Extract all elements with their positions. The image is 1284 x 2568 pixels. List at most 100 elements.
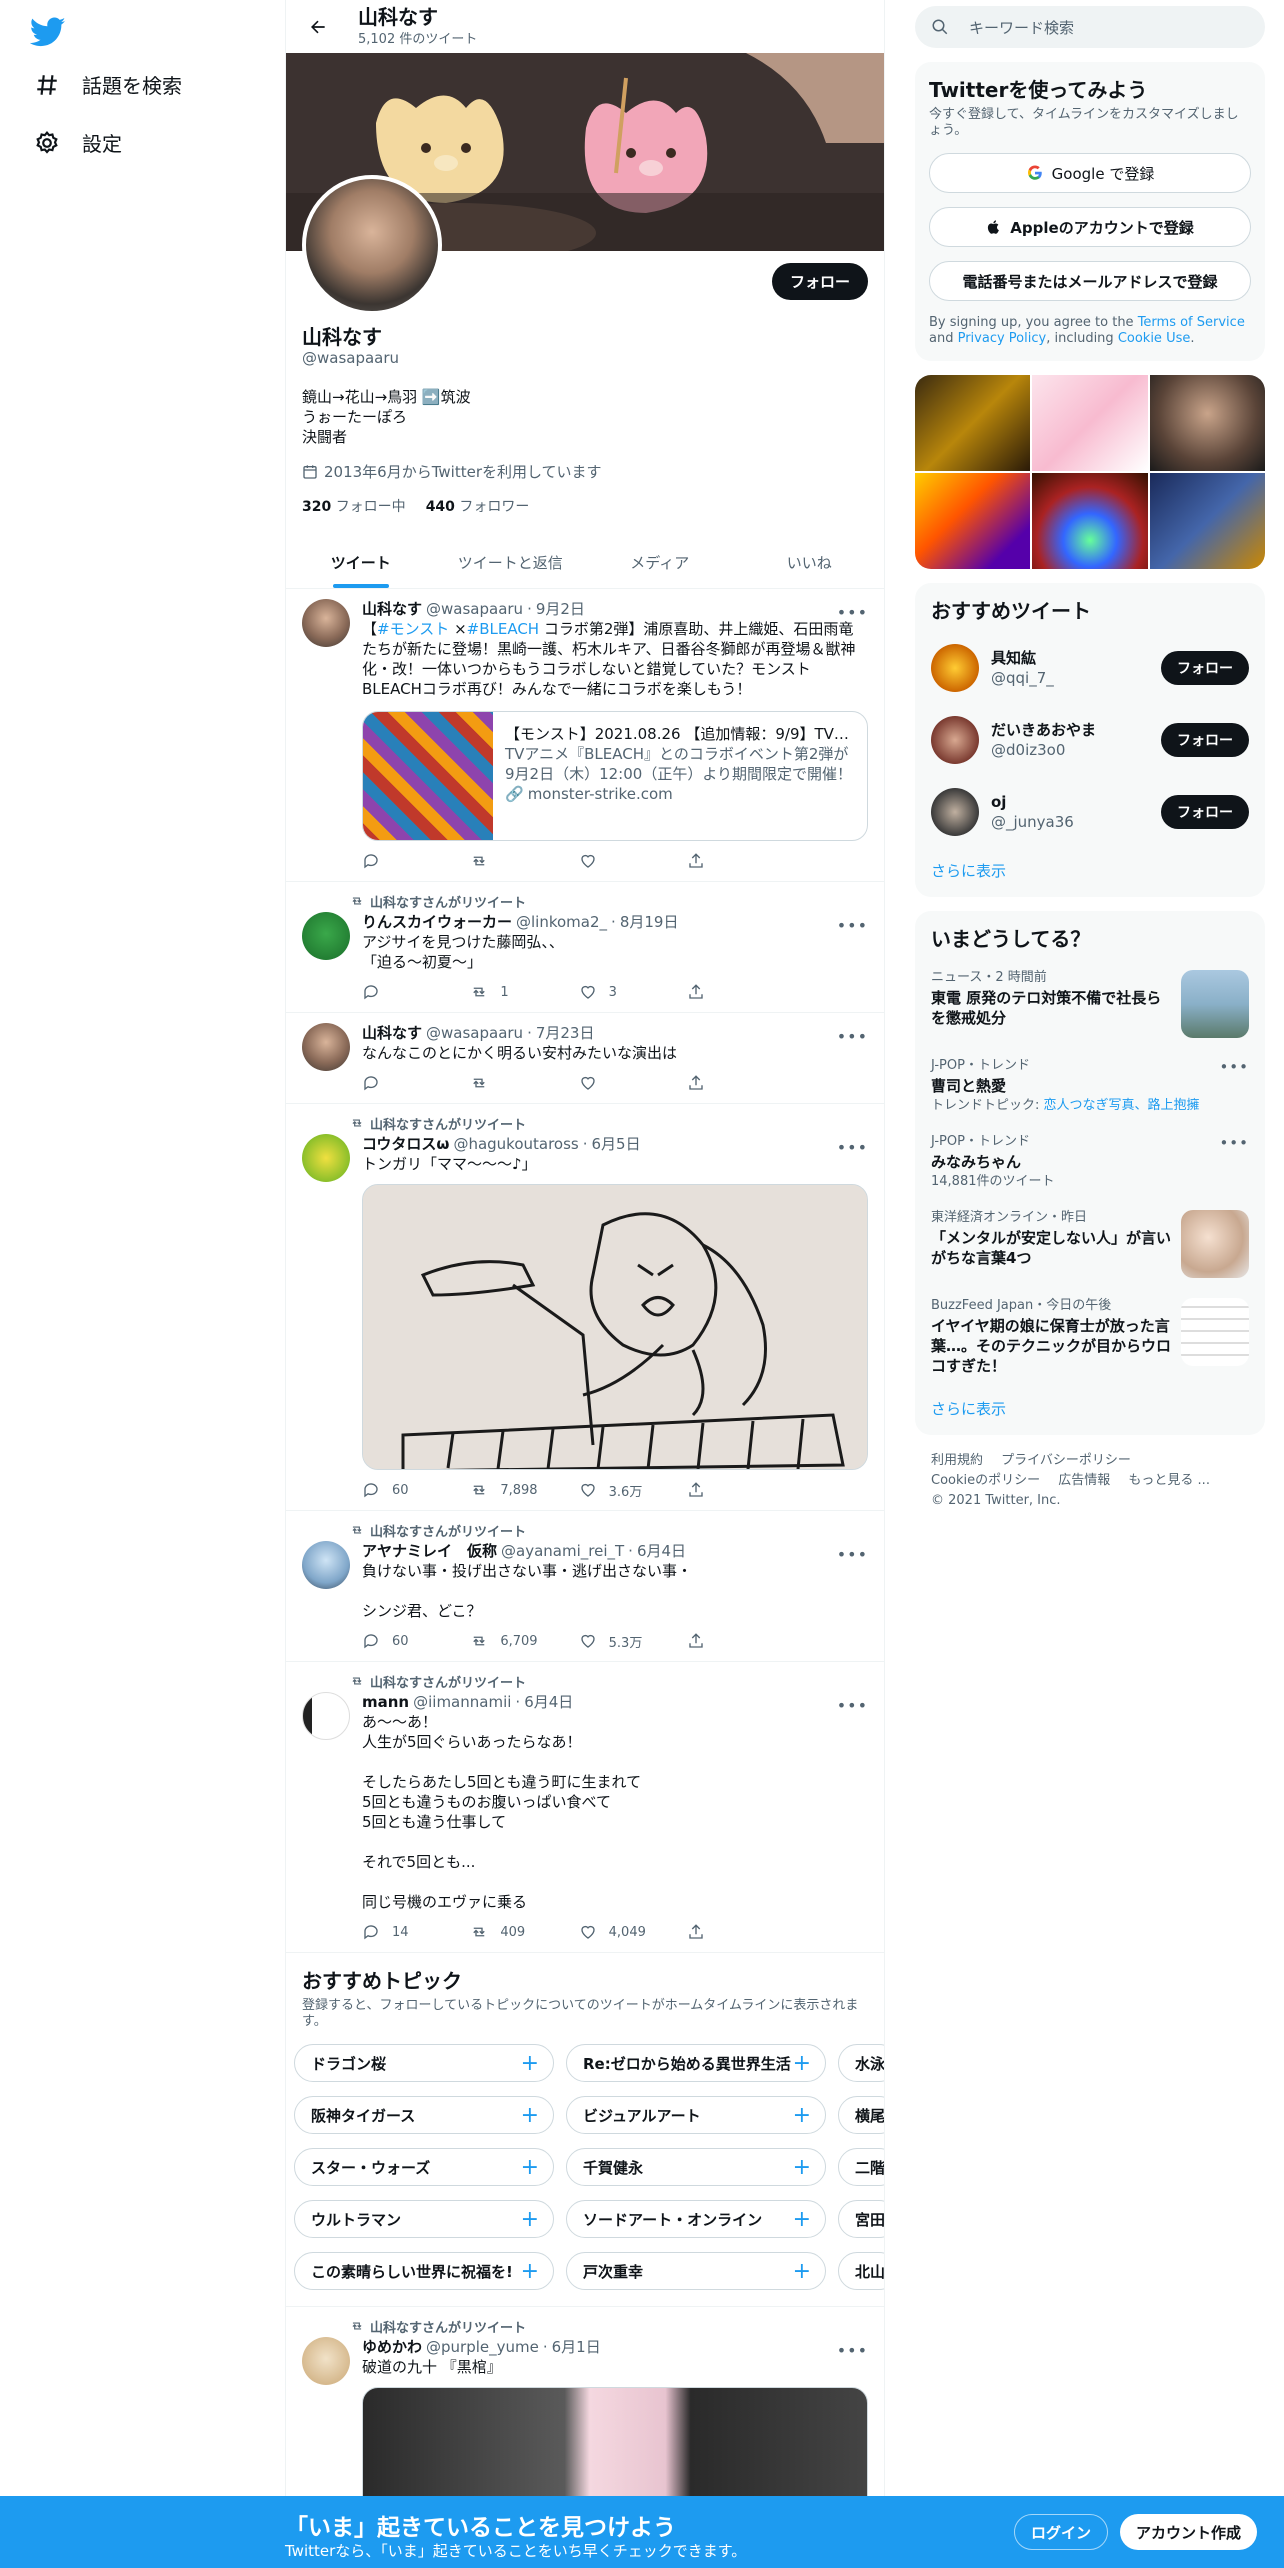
user-avatar[interactable] bbox=[931, 716, 979, 764]
show-more-link[interactable]: さらに表示 bbox=[915, 848, 1265, 897]
share-button[interactable] bbox=[687, 1631, 787, 1651]
tweet[interactable]: 山科なすさんがリツイート ••• アヤナミレイ 仮称 @ayanami_rei_T… bbox=[286, 1511, 884, 1662]
plus-icon[interactable]: + bbox=[793, 2155, 811, 2180]
tweet[interactable]: 山科なすさんがリツイート ••• りんスカイウォーカー @linkoma2_ · 8月… bbox=[286, 882, 884, 1013]
topic-pill[interactable]: 二階 bbox=[838, 2148, 884, 2186]
more-icon[interactable]: ••• bbox=[837, 1696, 868, 1715]
topic-pill[interactable]: この素晴らしい世界に祝福を! + bbox=[294, 2252, 554, 2290]
tweet-date[interactable]: 6月4日 bbox=[524, 1692, 573, 1712]
user-name[interactable]: だいきあおやま bbox=[991, 720, 1161, 740]
show-more-link[interactable]: さらに表示 bbox=[915, 1386, 1265, 1435]
terms-of-service-link[interactable]: Terms of Service bbox=[1138, 315, 1245, 330]
footer-link[interactable]: Cookieのポリシー bbox=[931, 1473, 1040, 1488]
phone-email-signup-button[interactable]: 電話番号またはメールアドレスで登録 bbox=[929, 261, 1251, 301]
media-thumbnail[interactable] bbox=[915, 375, 1031, 471]
apple-signup-button[interactable]: Appleのアカウントで登録 bbox=[929, 207, 1251, 247]
nav-explore[interactable]: 話題を検索 bbox=[34, 70, 182, 99]
trend-item[interactable]: BuzzFeed Japan・今日の午後 イヤイヤ期の娘に保育士が放った言葉…。… bbox=[915, 1288, 1265, 1386]
topic-pill[interactable]: 水泳 bbox=[838, 2044, 884, 2082]
user-avatar[interactable] bbox=[931, 644, 979, 692]
tweet-author-handle[interactable]: @wasapaaru bbox=[426, 599, 523, 619]
retweet-button[interactable]: 7,898 bbox=[470, 1480, 570, 1500]
more-icon[interactable]: ••• bbox=[1219, 1058, 1249, 1076]
google-signup-button[interactable]: Google で登録 bbox=[929, 153, 1251, 193]
tweet-author-handle[interactable]: @wasapaaru bbox=[426, 1023, 523, 1043]
media-thumbnail[interactable] bbox=[1032, 473, 1148, 569]
retweet-button[interactable]: 409 bbox=[470, 1922, 570, 1942]
follow-button[interactable]: フォロー bbox=[1161, 795, 1249, 829]
following-link[interactable]: 320 フォロー中 bbox=[302, 496, 406, 516]
plus-icon[interactable]: + bbox=[521, 2103, 539, 2128]
reply-button[interactable] bbox=[362, 982, 462, 1002]
tweet-date[interactable]: 6月4日 bbox=[637, 1541, 686, 1561]
tweet-author-name[interactable]: コウタロスω bbox=[362, 1134, 449, 1154]
follow-button[interactable]: フォロー bbox=[1161, 651, 1249, 685]
tweet-avatar[interactable] bbox=[302, 1692, 350, 1740]
like-button[interactable]: 3.6万 bbox=[579, 1480, 679, 1500]
trend-item[interactable]: 東洋経済オンライン・昨日 「メンタルが安定しない人」が言いがちな言葉4つ bbox=[915, 1200, 1265, 1288]
link-card[interactable]: 【モンスト】2021.08.26 【追加情報：9/9】TVアニメ「BLEACH」… bbox=[362, 711, 868, 841]
more-icon[interactable]: ••• bbox=[837, 1545, 868, 1564]
media-thumbnail[interactable] bbox=[1032, 375, 1148, 471]
twitter-logo-icon[interactable] bbox=[29, 14, 66, 50]
follow-button[interactable]: フォロー bbox=[1161, 723, 1249, 757]
back-arrow-icon[interactable] bbox=[300, 9, 336, 45]
reply-button[interactable]: 60 bbox=[362, 1480, 462, 1500]
reply-button[interactable]: 60 bbox=[362, 1631, 462, 1651]
tab-tweets-and-replies[interactable]: ツイートと返信 bbox=[436, 536, 586, 588]
recommended-user[interactable]: oj @_junya36 フォロー bbox=[915, 776, 1265, 848]
tab-media[interactable]: メディア bbox=[585, 536, 735, 588]
topic-pill[interactable]: 北山 bbox=[838, 2252, 884, 2290]
tweet-author-name[interactable]: ゆめかわ bbox=[362, 2337, 422, 2357]
like-button[interactable] bbox=[579, 1073, 679, 1093]
reply-button[interactable] bbox=[362, 851, 462, 871]
tweet[interactable]: ••• 山科なす @wasapaaru · 9月2日 【#モンスト ×#BLEACH … bbox=[286, 589, 884, 882]
tweet-avatar[interactable] bbox=[302, 2337, 350, 2385]
user-name[interactable]: 具知紘 bbox=[991, 648, 1161, 668]
like-button[interactable] bbox=[579, 851, 679, 871]
share-button[interactable] bbox=[687, 982, 787, 1002]
topic-pill[interactable]: 宮田 bbox=[838, 2200, 884, 2238]
hashtag-link[interactable]: #BLEACH bbox=[467, 620, 539, 638]
hashtag-link[interactable]: #モンスト bbox=[377, 620, 449, 638]
tab-tweets[interactable]: ツイート bbox=[286, 536, 436, 588]
tweet-date[interactable]: 7月23日 bbox=[536, 1023, 595, 1043]
cookie-use-link[interactable]: Cookie Use bbox=[1118, 331, 1191, 346]
share-button[interactable] bbox=[687, 1073, 787, 1093]
tweet-avatar[interactable] bbox=[302, 912, 350, 960]
like-button[interactable]: 4,049 bbox=[579, 1922, 679, 1942]
plus-icon[interactable]: + bbox=[521, 2155, 539, 2180]
follow-button[interactable]: フォロー bbox=[771, 263, 868, 300]
tweet-avatar[interactable] bbox=[302, 1541, 350, 1589]
topic-pill[interactable]: 横尾 bbox=[838, 2096, 884, 2134]
plus-icon[interactable]: + bbox=[793, 2259, 811, 2284]
login-button[interactable]: ログイン bbox=[1014, 2514, 1109, 2550]
user-avatar[interactable] bbox=[931, 788, 979, 836]
tweet-author-name[interactable]: 山科なす bbox=[362, 599, 422, 619]
tweet-date[interactable]: 6月1日 bbox=[552, 2337, 601, 2357]
retweet-button[interactable]: 6,709 bbox=[470, 1631, 570, 1651]
plus-icon[interactable]: + bbox=[793, 2207, 811, 2232]
topic-pill[interactable]: 戸次重幸 + bbox=[566, 2252, 826, 2290]
more-icon[interactable]: ••• bbox=[837, 916, 868, 935]
plus-icon[interactable]: + bbox=[521, 2051, 539, 2076]
search-input[interactable]: キーワード検索 bbox=[969, 17, 1074, 38]
more-icon[interactable]: ••• bbox=[837, 2341, 868, 2360]
media-thumbnail[interactable] bbox=[1149, 375, 1265, 471]
plus-icon[interactable]: + bbox=[521, 2259, 539, 2284]
tweet-avatar[interactable] bbox=[302, 599, 350, 647]
footer-link[interactable]: もっと見る ... bbox=[1128, 1473, 1210, 1488]
topic-pill[interactable]: Re:ゼロから始める異世界生活 + bbox=[566, 2044, 826, 2082]
more-icon[interactable]: ••• bbox=[837, 1138, 868, 1157]
recommended-user[interactable]: 具知紘 @qqi_7_ フォロー bbox=[915, 632, 1265, 704]
tweet-author-handle[interactable]: @hagukoutaross bbox=[453, 1134, 578, 1154]
more-icon[interactable]: ••• bbox=[837, 603, 868, 622]
tweet-author-handle[interactable]: @linkoma2_ bbox=[516, 912, 607, 932]
tweet-date[interactable]: 9月2日 bbox=[536, 599, 585, 619]
share-button[interactable] bbox=[687, 1922, 787, 1942]
media-thumbnail[interactable] bbox=[915, 473, 1031, 569]
media-thumbnail[interactable] bbox=[1149, 473, 1265, 569]
nav-settings[interactable]: 設定 bbox=[34, 128, 122, 157]
reply-button[interactable]: 14 bbox=[362, 1922, 462, 1942]
like-button[interactable]: 3 bbox=[579, 982, 679, 1002]
